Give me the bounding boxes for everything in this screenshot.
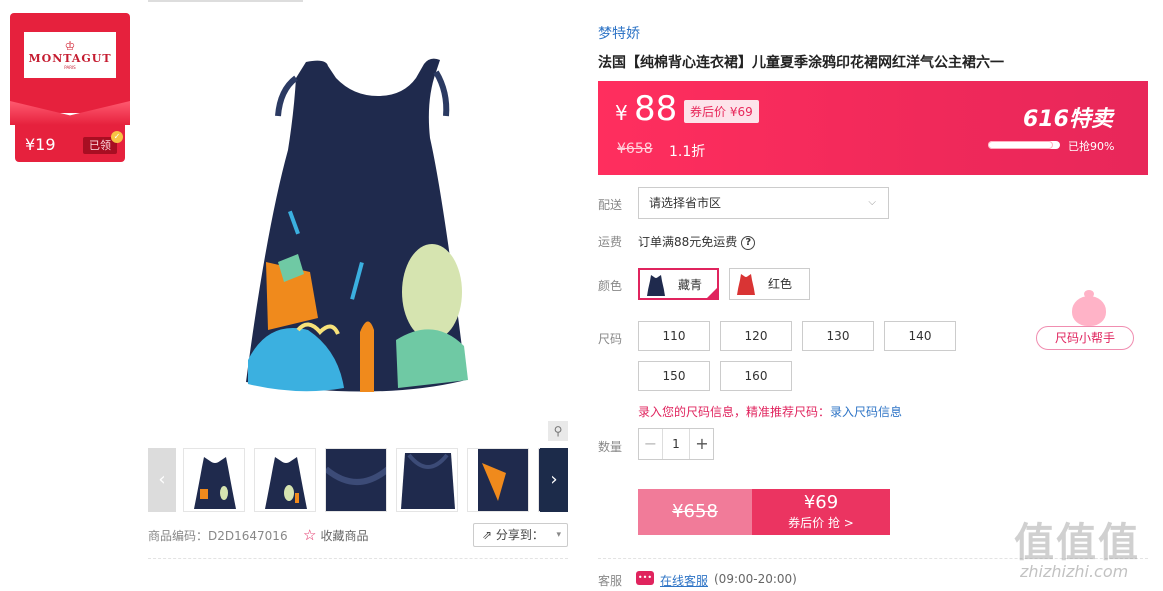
size-helper[interactable]: 尺码小帮手 <box>1036 290 1134 352</box>
favorite-button[interactable]: ☆ 收藏商品 <box>303 526 368 544</box>
shipping-info: 订单满88元免运费? <box>638 233 756 250</box>
size-option[interactable]: 160 <box>720 361 792 391</box>
thumbnail-1[interactable] <box>183 448 245 512</box>
coupon-footer: ¥19 已领 ✓ <box>15 125 125 162</box>
currency-symbol: ¥ <box>615 101 628 125</box>
watermark-chars: 值值值 <box>1014 520 1140 566</box>
chat-icon: ••• <box>636 571 654 585</box>
discount-label: 1.1折 <box>669 144 706 160</box>
sold-text: 已抢90% <box>1068 140 1115 153</box>
thumbnail-2[interactable] <box>254 448 316 512</box>
thumbnail-strip: ‹ › <box>148 448 568 512</box>
color-name: 红色 <box>768 277 793 291</box>
crest-icon: ♔ <box>64 39 76 53</box>
quantity-label: 数量 <box>598 440 623 454</box>
thumbnail-3[interactable] <box>325 448 387 512</box>
product-title: 法国【纯棉背心连衣裙】儿童夏季涂鸦印花裙网红洋气公主裙六一 <box>598 55 1004 71</box>
share-button[interactable]: ⇗ 分享到： ▾ <box>473 523 568 547</box>
buy-action: 券后价 抢 > <box>788 516 854 530</box>
online-service-link[interactable]: 在线客服 <box>660 572 708 589</box>
divider <box>148 558 568 559</box>
size-helper-label: 尺码小帮手 <box>1036 326 1134 350</box>
quantity-plus-button[interactable]: + <box>689 429 714 459</box>
site-watermark: 值值值 zhizhizhi.com <box>1010 510 1160 590</box>
share-label: 分享到： <box>495 528 544 542</box>
product-meta-row: 商品编码：D2D1647016 ☆ 收藏商品 ⇗ 分享到： ▾ <box>148 521 568 549</box>
size-option[interactable]: 110 <box>638 321 710 351</box>
size-option[interactable]: 150 <box>638 361 710 391</box>
shipping-label: 运费 <box>598 235 623 249</box>
coupon-buy-button[interactable]: ¥69 券后价 抢 > <box>752 489 890 535</box>
logo-text: MONTAGUT <box>28 52 112 65</box>
service-label: 客服 <box>598 574 623 588</box>
selected-check-icon: ✓ <box>705 286 719 300</box>
size-tip-link[interactable]: 录入尺码信息 <box>830 405 902 419</box>
thumbnail-next-button[interactable]: › <box>540 448 568 512</box>
coupon-price: ¥19 <box>25 135 56 154</box>
thumbnail-4[interactable] <box>396 448 458 512</box>
brand-logo: ♔ MONTAGUT PARIS <box>24 32 116 78</box>
color-name: 藏青 <box>678 278 703 292</box>
quantity-minus-button[interactable]: − <box>639 429 663 459</box>
size-option[interactable]: 140 <box>884 321 956 351</box>
size-label: 尺码 <box>598 332 623 346</box>
color-option-navy[interactable]: 藏青 ✓ <box>638 268 719 300</box>
sold-progress-bar <box>988 141 1060 149</box>
mascot-icon <box>1072 290 1106 326</box>
original-price: ¥658 <box>617 141 653 157</box>
brand-link[interactable]: 梦特娇 <box>598 23 640 43</box>
chevron-down-icon: ⌵ <box>868 197 876 208</box>
coupon-price-badge: 券后价 ¥69 <box>684 100 759 123</box>
thumbnail-prev-button[interactable]: ‹ <box>148 448 176 512</box>
color-label: 颜色 <box>598 279 623 293</box>
shipping-text: 订单满88元免运费 <box>638 235 738 249</box>
zoom-icon[interactable]: ⚲ <box>548 421 568 441</box>
region-select[interactable]: 请选择省市区 ⌵ <box>638 187 889 219</box>
quantity-input[interactable]: 1 <box>663 429 689 459</box>
navy-swatch-icon <box>647 275 665 296</box>
caret-down-icon: ▾ <box>556 530 561 540</box>
logo-sub: PARIS <box>64 65 76 70</box>
sku-label: 商品编码： <box>148 529 209 543</box>
thumbnail-5[interactable] <box>467 448 529 512</box>
current-price: 88 <box>634 89 678 129</box>
favorite-label: 收藏商品 <box>320 529 369 543</box>
size-option[interactable]: 130 <box>802 321 874 351</box>
check-icon: ✓ <box>111 131 123 143</box>
sku-value: D2D1647016 <box>208 529 288 543</box>
star-icon: ☆ <box>303 526 317 544</box>
help-icon[interactable]: ? <box>741 235 756 250</box>
price-banner: ¥ 88 券后价 ¥69 ¥658 1.1折 616特卖 已抢90% <box>598 81 1148 175</box>
size-tip: 录入您的尺码信息，精准推荐尺码：录入尺码信息 <box>638 403 902 420</box>
delivery-label: 配送 <box>598 198 623 212</box>
main-product-image[interactable]: ⚲ <box>148 0 568 441</box>
sku: 商品编码：D2D1647016 <box>148 527 288 544</box>
quantity-stepper: − 1 + <box>638 428 714 460</box>
store-coupon-card[interactable]: ♔ MONTAGUT PARIS ¥19 已领 ✓ <box>10 13 130 162</box>
original-price-button[interactable]: ¥658 <box>638 489 752 535</box>
color-option-red[interactable]: 红色 <box>729 268 810 300</box>
service-hours: (09:00-20:00) <box>714 572 797 586</box>
watermark-url: zhizhizhi.com <box>1020 562 1129 581</box>
size-tip-text: 录入您的尺码信息，精准推荐尺码： <box>638 405 831 419</box>
sale-event-logo: 616特卖 <box>1023 107 1113 132</box>
share-icon: ⇗ <box>482 528 496 542</box>
red-swatch-icon <box>737 274 755 295</box>
region-placeholder: 请选择省市区 <box>649 196 722 210</box>
dress-image <box>246 58 468 392</box>
size-option[interactable]: 120 <box>720 321 792 351</box>
sold-progress-fill <box>988 141 1053 149</box>
buy-price: ¥69 <box>803 492 839 513</box>
